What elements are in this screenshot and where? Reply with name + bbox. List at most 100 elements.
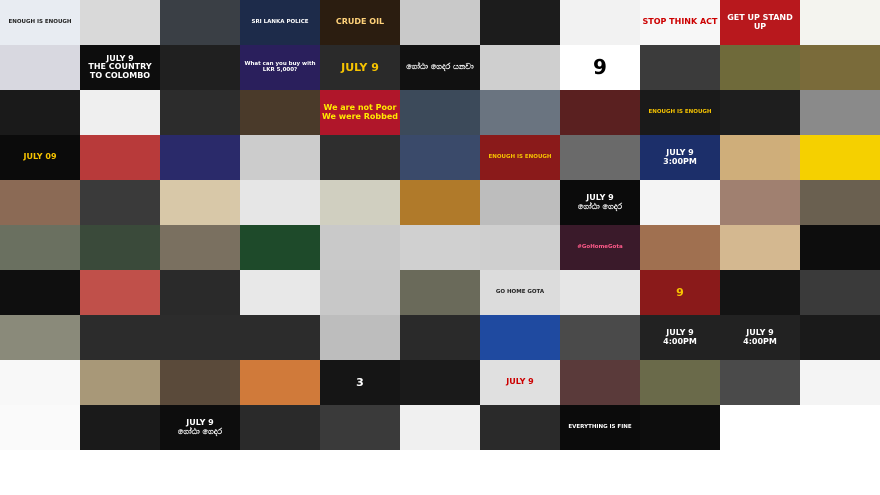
thumbnail-tile[interactable] [160, 0, 240, 45]
thumbnail-tile[interactable] [240, 225, 320, 270]
thumbnail-tile[interactable] [0, 405, 80, 450]
thumbnail-tile[interactable]: 3 [320, 360, 400, 405]
thumbnail-tile[interactable] [800, 405, 880, 450]
thumbnail-tile[interactable]: 9 [560, 45, 640, 90]
thumbnail-tile[interactable]: GET UP STAND UP [720, 0, 800, 45]
thumbnail-tile[interactable] [560, 90, 640, 135]
thumbnail-tile[interactable]: JULY 9 3:00PM [640, 135, 720, 180]
thumbnail-tile[interactable] [560, 0, 640, 45]
thumbnail-tile[interactable] [160, 270, 240, 315]
thumbnail-tile[interactable] [400, 225, 480, 270]
thumbnail-tile[interactable]: ENOUGH IS ENOUGH [0, 0, 80, 45]
thumbnail-tile[interactable]: JULY 9 ගෝඨා ගෙදර [160, 405, 240, 450]
thumbnail-tile[interactable] [240, 180, 320, 225]
thumbnail-tile[interactable] [400, 180, 480, 225]
thumbnail-tile[interactable] [400, 360, 480, 405]
thumbnail-tile[interactable] [720, 90, 800, 135]
thumbnail-tile[interactable] [480, 225, 560, 270]
thumbnail-tile[interactable] [320, 405, 400, 450]
thumbnail-tile[interactable] [80, 270, 160, 315]
thumbnail-tile[interactable]: #GoHomeGota [560, 225, 640, 270]
thumbnail-tile[interactable] [240, 270, 320, 315]
thumbnail-tile[interactable] [480, 180, 560, 225]
thumbnail-tile[interactable] [800, 0, 880, 45]
thumbnail-tile[interactable]: CRUDE OIL [320, 0, 400, 45]
thumbnail-tile[interactable] [800, 360, 880, 405]
thumbnail-tile[interactable] [720, 225, 800, 270]
thumbnail-tile[interactable] [240, 90, 320, 135]
thumbnail-tile[interactable] [400, 0, 480, 45]
thumbnail-tile[interactable] [400, 90, 480, 135]
thumbnail-tile[interactable]: JULY 9 4:00PM [640, 315, 720, 360]
thumbnail-tile[interactable] [400, 135, 480, 180]
thumbnail-tile[interactable] [0, 45, 80, 90]
thumbnail-tile[interactable] [160, 360, 240, 405]
thumbnail-tile[interactable] [320, 315, 400, 360]
thumbnail-tile[interactable] [0, 90, 80, 135]
thumbnail-tile[interactable] [320, 135, 400, 180]
thumbnail-tile[interactable]: 9 [640, 270, 720, 315]
thumbnail-tile[interactable] [560, 315, 640, 360]
thumbnail-tile[interactable] [480, 90, 560, 135]
thumbnail-tile[interactable] [320, 270, 400, 315]
thumbnail-tile[interactable] [160, 45, 240, 90]
thumbnail-tile[interactable] [720, 180, 800, 225]
thumbnail-tile[interactable]: SRI LANKA POLICE [240, 0, 320, 45]
thumbnail-tile[interactable] [800, 90, 880, 135]
thumbnail-tile[interactable] [160, 90, 240, 135]
thumbnail-tile[interactable]: What can you buy with LKR 5,000? [240, 45, 320, 90]
thumbnail-tile[interactable] [80, 405, 160, 450]
thumbnail-tile[interactable] [320, 225, 400, 270]
thumbnail-tile[interactable] [640, 225, 720, 270]
thumbnail-tile[interactable]: We are not Poor We were Robbed [320, 90, 400, 135]
thumbnail-tile[interactable] [800, 315, 880, 360]
thumbnail-tile[interactable] [800, 135, 880, 180]
thumbnail-tile[interactable] [160, 315, 240, 360]
thumbnail-tile[interactable] [640, 360, 720, 405]
thumbnail-tile[interactable] [80, 0, 160, 45]
thumbnail-tile[interactable]: JULY 09 [0, 135, 80, 180]
thumbnail-tile[interactable]: JULY 9 4:00PM [720, 315, 800, 360]
thumbnail-tile[interactable] [0, 270, 80, 315]
thumbnail-tile[interactable]: JULY 9 [480, 360, 560, 405]
thumbnail-tile[interactable]: ENOUGH IS ENOUGH [480, 135, 560, 180]
thumbnail-tile[interactable]: GO HOME GOTA [480, 270, 560, 315]
thumbnail-tile[interactable] [560, 135, 640, 180]
thumbnail-tile[interactable] [560, 270, 640, 315]
thumbnail-tile[interactable] [400, 270, 480, 315]
thumbnail-tile[interactable] [160, 180, 240, 225]
thumbnail-tile[interactable] [80, 225, 160, 270]
thumbnail-tile[interactable] [720, 360, 800, 405]
thumbnail-tile[interactable] [240, 405, 320, 450]
thumbnail-tile[interactable] [480, 45, 560, 90]
thumbnail-tile[interactable] [640, 405, 720, 450]
thumbnail-tile[interactable] [640, 45, 720, 90]
thumbnail-tile[interactable]: ගෝඨා ගෙදර යනවා [400, 45, 480, 90]
thumbnail-tile[interactable] [800, 225, 880, 270]
thumbnail-tile[interactable] [720, 135, 800, 180]
thumbnail-tile[interactable] [720, 270, 800, 315]
thumbnail-tile[interactable]: ENOUGH IS ENOUGH [640, 90, 720, 135]
thumbnail-tile[interactable] [480, 315, 560, 360]
thumbnail-tile[interactable]: JULY 9 ගෝඨා ගෙදර [560, 180, 640, 225]
thumbnail-tile[interactable] [560, 360, 640, 405]
thumbnail-tile[interactable] [400, 405, 480, 450]
thumbnail-tile[interactable] [160, 225, 240, 270]
thumbnail-tile[interactable] [800, 270, 880, 315]
thumbnail-tile[interactable] [320, 180, 400, 225]
thumbnail-tile[interactable]: JULY 9 [320, 45, 400, 90]
thumbnail-tile[interactable] [800, 180, 880, 225]
thumbnail-tile[interactable] [720, 45, 800, 90]
thumbnail-tile[interactable] [400, 315, 480, 360]
thumbnail-tile[interactable] [0, 180, 80, 225]
thumbnail-tile[interactable] [80, 315, 160, 360]
thumbnail-tile[interactable] [0, 360, 80, 405]
thumbnail-tile[interactable] [240, 360, 320, 405]
thumbnail-tile[interactable] [0, 315, 80, 360]
thumbnail-tile[interactable] [160, 135, 240, 180]
thumbnail-tile[interactable] [640, 180, 720, 225]
thumbnail-tile[interactable] [480, 405, 560, 450]
thumbnail-tile[interactable] [240, 315, 320, 360]
thumbnail-tile[interactable] [240, 135, 320, 180]
thumbnail-tile[interactable]: STOP THINK ACT [640, 0, 720, 45]
